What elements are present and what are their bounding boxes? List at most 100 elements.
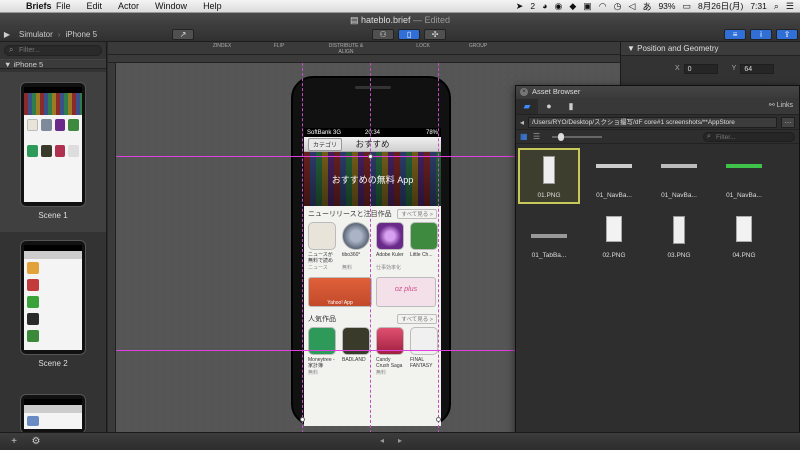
promo-card-right[interactable]: oz plus [376, 277, 436, 307]
thumbnail-size-slider[interactable] [552, 132, 602, 141]
inspector-list-button[interactable]: ≡ [724, 28, 747, 40]
display-icon[interactable]: ▣ [583, 1, 592, 12]
asset-browser-titlebar[interactable]: × Asset Browser [516, 86, 799, 98]
back-arrow-icon[interactable]: ◂ [520, 118, 524, 127]
menu-window[interactable]: Window [147, 1, 195, 11]
wifi-icon[interactable]: ◠ [599, 1, 607, 12]
promo-card-left[interactable]: Yahoo! App [308, 277, 372, 307]
view-mode-button-3[interactable]: ✣ [424, 28, 447, 40]
nav-title: おすすめ [355, 139, 390, 149]
prev-arrow-icon[interactable]: ◂ [380, 436, 398, 445]
menu-file[interactable]: File [48, 1, 79, 11]
ios-status-bar: SoftBank 3G 20:34 78% [304, 128, 441, 137]
sync-icon[interactable]: ◉ [555, 1, 563, 12]
app-tile[interactable]: ニュースが無料で読めるニュース [308, 222, 336, 271]
asset-tile[interactable]: 04.PNG [715, 210, 773, 262]
menubar-date[interactable]: 8月26日(月) [698, 0, 743, 12]
next-arrow-icon[interactable]: ▸ [398, 436, 416, 445]
x-field[interactable]: 0 [683, 63, 718, 74]
person-tab[interactable]: ● [538, 99, 560, 114]
sidebar-group-label: iPhone 5 [13, 60, 44, 69]
input-method-icon[interactable]: あ [642, 0, 651, 13]
app-tile[interactable]: Adobe Kuler 仕事効率化 [376, 222, 404, 271]
links-button[interactable]: ⚯ Links [769, 101, 793, 109]
move-icon: ✣ [431, 29, 439, 39]
time-machine-icon[interactable]: ◷ [614, 1, 622, 12]
list-view-icon[interactable]: ☰ [533, 132, 542, 141]
evernote-icon[interactable]: ◕ [542, 1, 547, 11]
app-tile[interactable]: FINAL FANTASY [410, 327, 438, 376]
path-more-button[interactable]: … [781, 116, 795, 128]
battery-percent[interactable]: 93% [658, 1, 675, 11]
sidebar-filter-input[interactable]: Filter... [4, 45, 102, 56]
slider-knob[interactable] [558, 132, 564, 141]
zindex-group-label: ZINDEX [212, 43, 232, 49]
sidebar-group-iphone5[interactable]: ▼ iPhone 5 [0, 59, 106, 69]
asset-tile[interactable]: 01_TabBa... [520, 210, 578, 262]
scene-item-3[interactable] [0, 394, 106, 432]
notification-icon[interactable]: ➤ [516, 1, 524, 12]
app-tile[interactable]: Little Ch... [410, 222, 438, 271]
settings-gear-icon[interactable]: ⚙ [28, 436, 44, 448]
close-icon[interactable]: × [520, 88, 528, 96]
inspector-info-button[interactable]: i [750, 28, 773, 40]
app-tile[interactable]: BADLAND [342, 327, 370, 376]
folder-tab[interactable]: ▰ [516, 98, 538, 114]
asset-filter-input[interactable]: Filter... [703, 131, 795, 142]
asset-preview [596, 164, 632, 168]
grid-view-icon[interactable]: ▦ [520, 132, 529, 141]
volume-icon[interactable]: ◁ [629, 1, 636, 12]
menu-app-name[interactable]: Briefs [18, 1, 52, 11]
section-1-see-all[interactable]: すべて見る > [397, 209, 437, 219]
phone-screen[interactable]: SoftBank 3G 20:34 78% カテゴリ おすすめ おすすめの無料 … [304, 128, 441, 426]
asset-filename: 01_NavBa... [726, 192, 762, 199]
breadcrumb-simulator[interactable]: Simulator [14, 30, 58, 39]
app-name: Candy Crush Saga [376, 357, 403, 369]
scene-thumbnail [20, 82, 86, 207]
guide-vertical-left[interactable] [302, 63, 303, 432]
app-name: Adobe Kuler [376, 252, 404, 258]
view-mode-button-2[interactable]: ▯ [398, 28, 421, 40]
selection-handle-bottom-left[interactable] [300, 417, 305, 422]
selection-handle-bottom-right[interactable] [436, 417, 441, 422]
add-scene-button[interactable]: + [6, 436, 22, 448]
ios-time: 20:34 [365, 129, 381, 136]
app-tile[interactable]: Candy Crush Saga 無料 [376, 327, 404, 376]
spotlight-icon[interactable]: ⌕ [774, 1, 779, 12]
app-tile[interactable]: tibo360° 無料 [342, 222, 370, 271]
inspector-export-button[interactable]: ⇪ [776, 28, 799, 40]
menubar-time[interactable]: 7:31 [750, 1, 767, 11]
menu-actor[interactable]: Actor [110, 1, 147, 11]
asset-tile[interactable]: 01_NavBa... [715, 150, 773, 202]
y-field[interactable]: 64 [740, 63, 775, 74]
asset-path-field[interactable]: /Users/RYO/Desktop/スクショ撮写/dF core#1 scre… [528, 116, 777, 128]
play-icon[interactable]: ▶ [0, 30, 14, 39]
app-name: Moneytree - 家計簿 [308, 357, 335, 369]
scene-item-2[interactable]: Scene 2 [0, 240, 106, 380]
guide-vertical-center[interactable] [370, 63, 371, 432]
app-category: ニュース [308, 265, 328, 271]
breadcrumb-device[interactable]: iPhone 5 [60, 30, 102, 39]
dropbox-icon[interactable]: ◆ [569, 1, 576, 12]
scene-item-1[interactable]: Scene 1 [0, 72, 106, 232]
menu-edit[interactable]: Edit [79, 1, 111, 11]
asset-tile[interactable]: 02.PNG [585, 210, 643, 262]
section-2-see-all[interactable]: すべて見る > [397, 314, 437, 324]
battery-icon: ▭ [682, 0, 691, 11]
featured-banner[interactable]: おすすめの無料 App [304, 152, 441, 206]
app-tile[interactable]: Moneytree - 家計簿 無料 [308, 327, 336, 376]
guide-vertical-right[interactable] [438, 63, 439, 432]
app-icon [342, 222, 370, 250]
trash-tab[interactable]: ▮ [560, 99, 582, 114]
menu-help[interactable]: Help [195, 1, 230, 11]
notification-center-icon[interactable]: ☰ [786, 1, 794, 12]
selection-handle-top[interactable] [368, 154, 373, 159]
section-2-title: 人気作品 [308, 316, 336, 323]
asset-tile[interactable]: 03.PNG [650, 210, 708, 262]
view-mode-button-1[interactable]: ⚇ [372, 28, 395, 40]
asset-tile[interactable]: 01_NavBa... [585, 150, 643, 202]
asset-tile[interactable]: 01_NavBa... [650, 150, 708, 202]
asset-tile[interactable]: 01.PNG [518, 148, 580, 204]
share-button[interactable]: ↗ [172, 28, 195, 40]
inspector-section-header[interactable]: ▼ Position and Geometry [621, 42, 800, 56]
